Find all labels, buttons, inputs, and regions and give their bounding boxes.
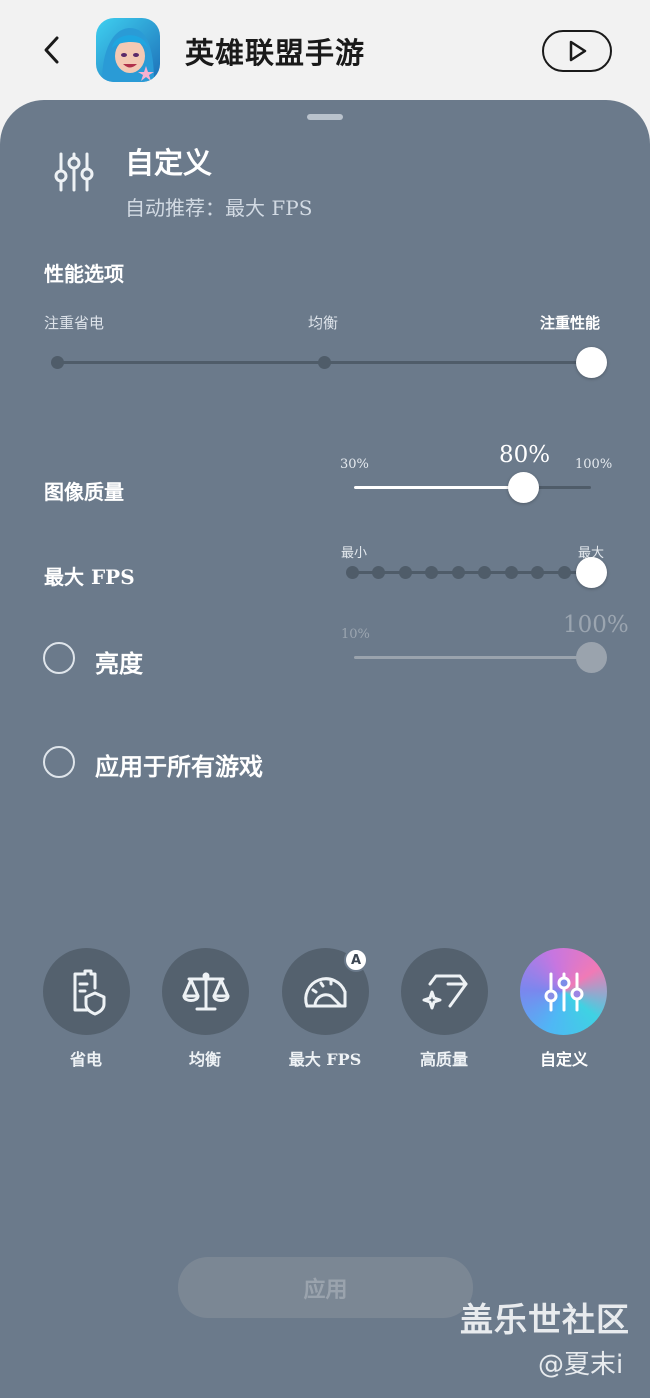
app-icon <box>96 18 160 82</box>
max-fps-slider-stop[interactable] <box>398 566 412 579</box>
perf-slider-stop[interactable] <box>51 356 64 369</box>
preset-power-saving-button[interactable] <box>43 948 130 1035</box>
preset-custom-button[interactable] <box>520 948 607 1035</box>
app-header: 英雄联盟手游 <box>0 0 650 100</box>
preset-high-quality-label: 高质量 <box>419 1050 468 1069</box>
max-fps-slider-stop[interactable] <box>504 566 518 579</box>
preset-power-saving-label: 省电 <box>69 1050 102 1069</box>
max-fps-min-label: 最小 <box>341 546 368 561</box>
play-icon <box>569 40 587 62</box>
sliders-icon <box>54 152 94 192</box>
sliders-icon <box>544 972 583 1011</box>
preset-max-fps-label: 最大 FPS <box>288 1050 362 1069</box>
brightness-slider-thumb[interactable] <box>576 642 607 673</box>
image-quality-slider-thumb[interactable] <box>508 472 540 503</box>
max-fps-slider-stop[interactable] <box>531 566 545 579</box>
max-fps-slider-track[interactable] <box>352 571 590 574</box>
perf-option-performance[interactable]: 注重性能 <box>540 312 600 333</box>
perf-slider-stop[interactable] <box>318 356 331 369</box>
back-button[interactable] <box>30 28 74 72</box>
brightness-min-label: 10% <box>341 627 370 642</box>
battery-shield-icon <box>73 969 105 1015</box>
section-title-performance: 性能选项 <box>44 262 124 286</box>
record-video-button[interactable] <box>542 30 612 72</box>
mode-subtitle: 自动推荐：最大 FPS <box>125 196 313 220</box>
max-fps-slider-stop[interactable] <box>345 566 359 579</box>
brightness-label: 亮度 <box>95 649 143 678</box>
max-fps-slider-stop[interactable] <box>557 566 571 579</box>
apply-all-games-label: 应用于所有游戏 <box>95 752 263 781</box>
image-quality-max-label: 100% <box>575 457 613 472</box>
max-fps-slider-stop[interactable] <box>478 566 492 579</box>
preset-balanced-button[interactable] <box>162 948 249 1035</box>
image-quality-value: 80% <box>499 442 551 468</box>
performance-panel: 自定义 自动推荐：最大 FPS 性能选项 注重省电 均衡 注重性能 图像质量 3… <box>0 100 650 1398</box>
preset-custom-label: 自定义 <box>539 1050 588 1069</box>
max-fps-slider-thumb[interactable] <box>576 557 607 588</box>
image-quality-label: 图像质量 <box>44 480 124 504</box>
perf-option-power-saving[interactable]: 注重省电 <box>44 312 104 333</box>
max-fps-label: 最大 FPS <box>44 565 135 589</box>
chevron-left-icon <box>44 36 59 64</box>
brightness-slider-track[interactable] <box>354 656 591 659</box>
app-title: 英雄联盟手游 <box>185 36 366 70</box>
watermark-community: 盖乐世社区 <box>460 1300 630 1339</box>
max-fps-slider-stop[interactable] <box>372 566 386 579</box>
preset-high-quality-button[interactable] <box>401 948 488 1035</box>
preset-balanced-label: 均衡 <box>188 1050 221 1069</box>
perf-option-balanced[interactable]: 均衡 <box>308 312 338 333</box>
max-fps-slider-stop[interactable] <box>451 566 465 579</box>
drag-handle[interactable] <box>307 114 343 120</box>
max-fps-slider-stop[interactable] <box>425 566 439 579</box>
brightness-checkbox[interactable] <box>43 642 75 674</box>
apply-all-games-checkbox[interactable] <box>43 746 75 778</box>
balance-scale-icon <box>182 972 229 1010</box>
apply-button[interactable]: 应用 <box>178 1257 473 1318</box>
image-quality-slider-fill <box>354 486 524 489</box>
speedometer-icon <box>303 976 346 1007</box>
sparkle-diamond-icon <box>422 974 467 1009</box>
brightness-value: 100% <box>563 612 629 638</box>
auto-badge: A <box>344 948 368 972</box>
perf-slider-thumb[interactable] <box>576 347 607 378</box>
watermark-author: @夏末i <box>538 1350 624 1380</box>
mode-title: 自定义 <box>125 146 213 180</box>
image-quality-min-label: 30% <box>340 457 369 472</box>
